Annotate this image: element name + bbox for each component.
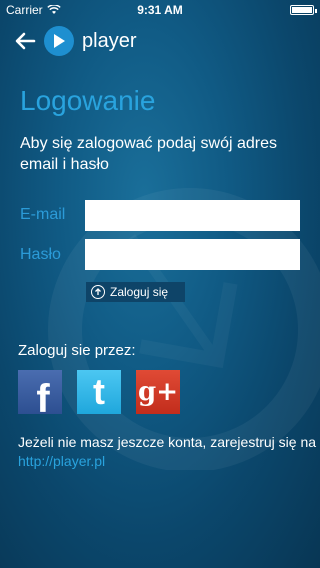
twitter-login-button[interactable]: t [77, 370, 121, 414]
google-plus-login-button[interactable]: g+ [136, 370, 180, 414]
login-arrow-icon [91, 285, 105, 299]
register-prompt: Jeżeli nie masz jeszcze konta, zarejestr… [18, 433, 318, 471]
nav-bar: player [0, 24, 320, 58]
twitter-icon: t [93, 371, 105, 412]
login-instructions: Aby się zalogować podaj swój adres email… [20, 135, 278, 173]
facebook-icon: f [36, 376, 50, 415]
google-plus-icon: g+ [138, 377, 178, 407]
email-label: E-mail [20, 206, 66, 223]
login-button[interactable]: Zaloguj się [86, 282, 185, 302]
page-title: Logowanie [20, 85, 156, 116]
register-text: Jeżeli nie masz jeszcze konta, zarejestr… [18, 434, 317, 450]
status-bar: Carrier 9:31 AM [0, 0, 320, 20]
back-button[interactable] [14, 30, 38, 52]
app-logo: player [44, 26, 136, 56]
status-time: 9:31 AM [137, 3, 183, 17]
facebook-login-button[interactable]: f [18, 370, 62, 414]
register-link[interactable]: http://player.pl [18, 453, 105, 469]
social-login-label: Zaloguj sie przez: [18, 342, 136, 359]
login-button-label: Zaloguj się [110, 285, 169, 299]
play-icon [44, 26, 74, 56]
logo-text: player [82, 29, 137, 52]
battery-icon [290, 5, 317, 15]
arrow-left-icon [15, 32, 36, 50]
email-field[interactable] [85, 200, 300, 231]
password-label: Hasło [20, 246, 61, 263]
password-field[interactable] [85, 239, 300, 270]
